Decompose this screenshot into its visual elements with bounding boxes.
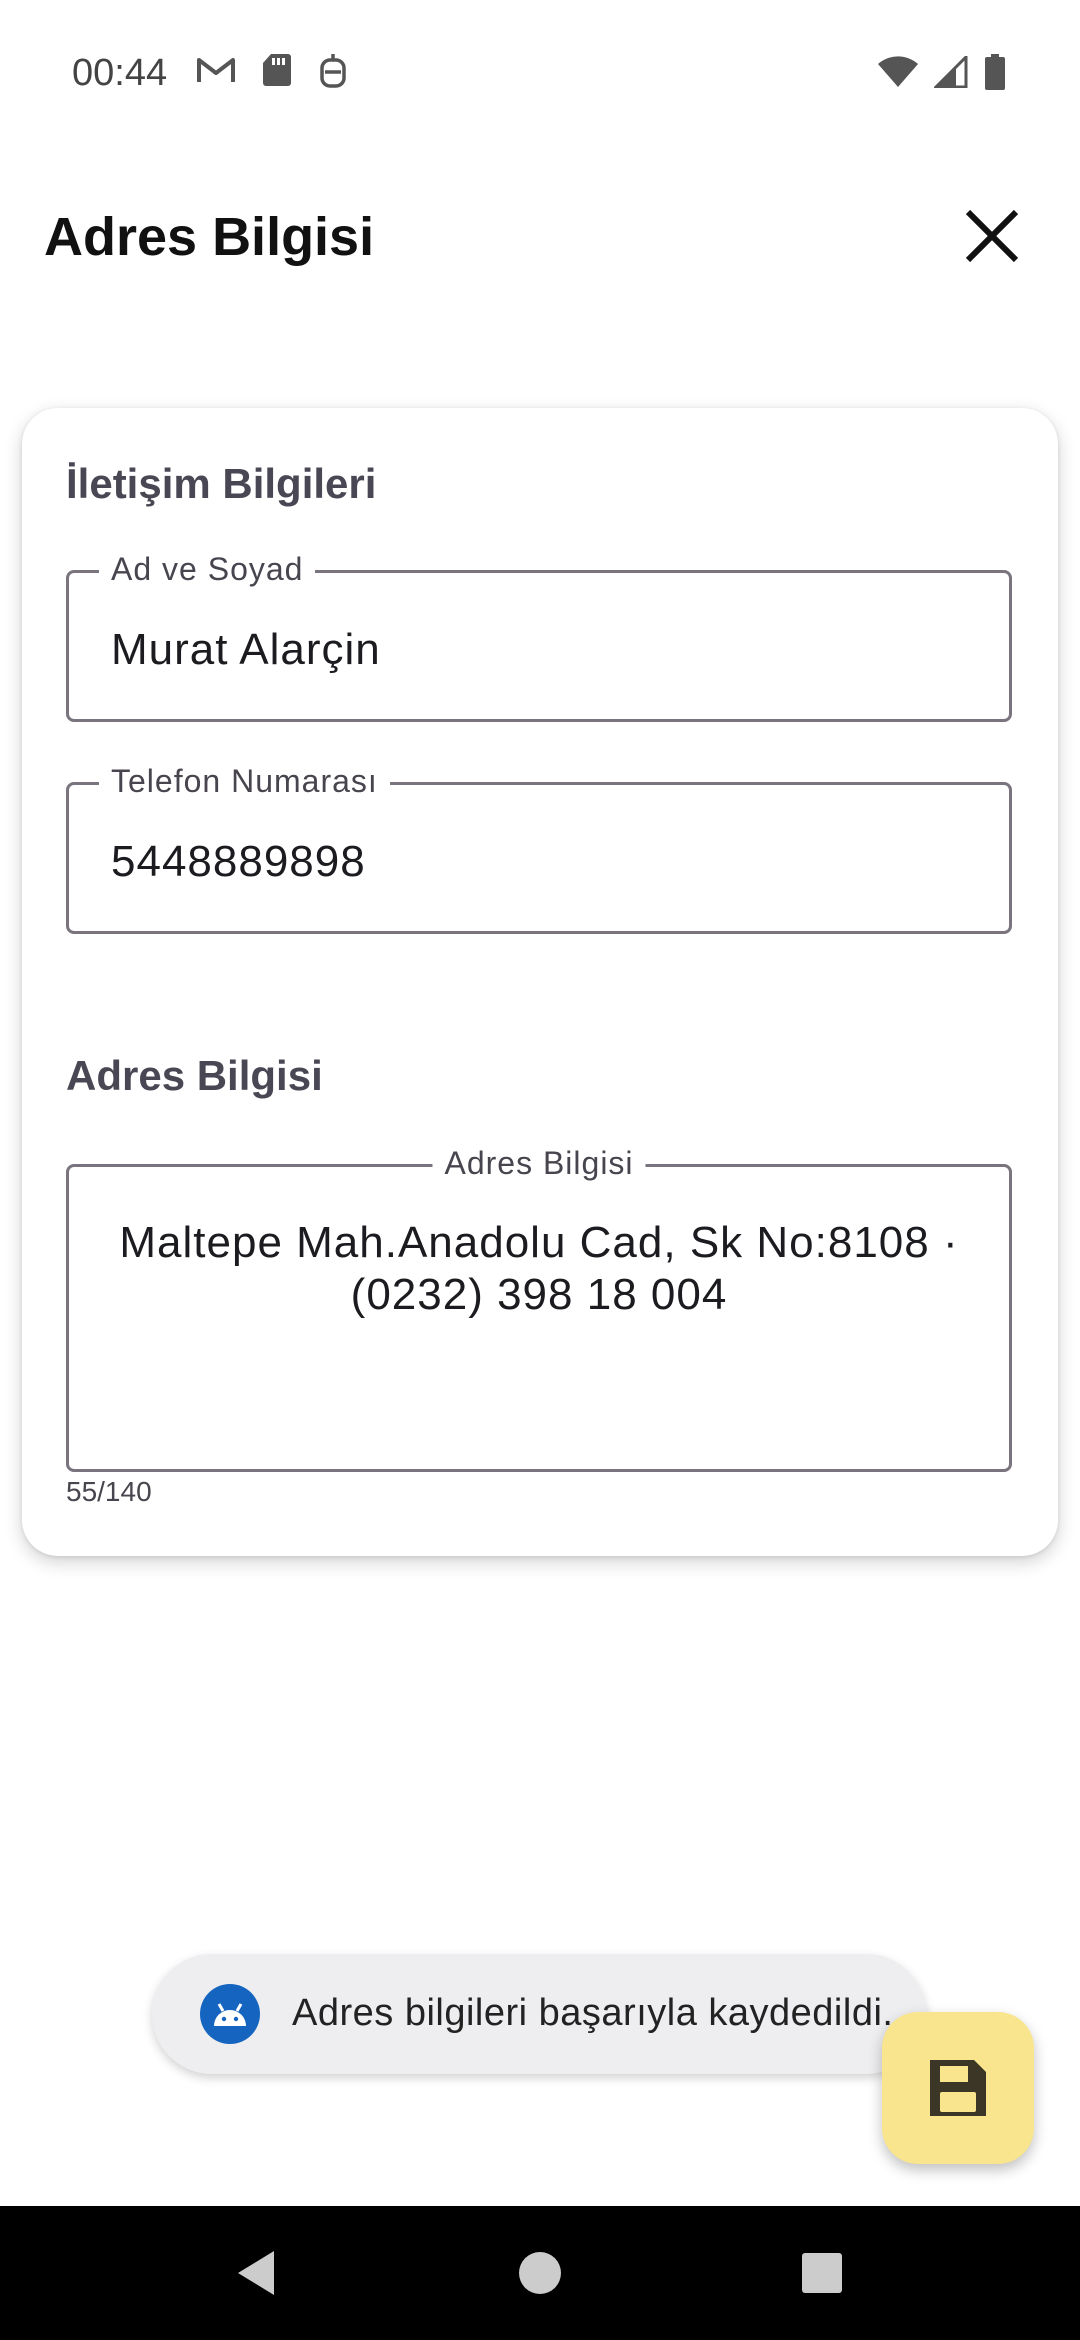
back-icon <box>238 2251 274 2295</box>
snackbar-message: Adres bilgileri başarıyla kaydedildi. <box>292 1992 894 2034</box>
phone-field[interactable]: Telefon Numarası 5448889898 <box>66 763 1012 934</box>
accessibility-icon <box>320 54 346 88</box>
signal-icon <box>934 56 968 88</box>
snackbar: Adres bilgileri başarıyla kaydedildi. <box>152 1954 926 2074</box>
address-form-card: İletişim Bilgileri Ad ve Soyad Murat Ala… <box>22 408 1058 1556</box>
address-field-value: Maltepe Mah.Anadolu Cad, Sk No:8108 · (0… <box>89 1217 989 1321</box>
status-icons-left <box>196 52 348 88</box>
battery-icon <box>985 54 1005 90</box>
close-button[interactable] <box>956 200 1028 272</box>
wifi-icon <box>878 56 918 87</box>
character-counter: 55/140 <box>66 1476 152 1507</box>
status-icons-right <box>878 54 1006 90</box>
android-icon <box>200 1984 260 2044</box>
page-title: Adres Bilgisi <box>44 207 375 267</box>
phone-field-value: 5448889898 <box>111 837 366 886</box>
save-button[interactable] <box>882 2012 1034 2164</box>
gmail-icon <box>197 58 235 82</box>
address-line-2: (0232) 398 18 004 <box>350 1270 728 1319</box>
address-field-label: Adres Bilgisi <box>432 1145 646 1182</box>
phone-field-label: Telefon Numarası <box>99 763 390 800</box>
close-icon <box>965 209 1019 263</box>
home-button[interactable] <box>480 2206 600 2340</box>
back-button[interactable] <box>196 2206 316 2340</box>
save-icon <box>930 2060 986 2116</box>
recents-button[interactable] <box>762 2206 882 2340</box>
app-bar: Adres Bilgisi <box>0 180 1080 290</box>
name-field-value: Murat Alarçin <box>111 625 381 674</box>
sd-card-icon <box>263 54 291 86</box>
navigation-bar <box>0 2206 1080 2340</box>
address-field[interactable]: Adres Bilgisi Maltepe Mah.Anadolu Cad, S… <box>66 1145 1012 1472</box>
address-line-1: Maltepe Mah.Anadolu Cad, Sk No:8108 · <box>119 1218 959 1267</box>
home-icon <box>519 2252 561 2294</box>
recents-icon <box>802 2253 842 2293</box>
address-section-title: Adres Bilgisi <box>66 1052 323 1099</box>
name-field[interactable]: Ad ve Soyad Murat Alarçin <box>66 551 1012 722</box>
status-bar: 00:44 <box>0 0 1080 150</box>
name-field-label: Ad ve Soyad <box>99 551 316 588</box>
status-time: 00:44 <box>72 52 168 94</box>
contact-section-title: İletişim Bilgileri <box>66 460 377 507</box>
